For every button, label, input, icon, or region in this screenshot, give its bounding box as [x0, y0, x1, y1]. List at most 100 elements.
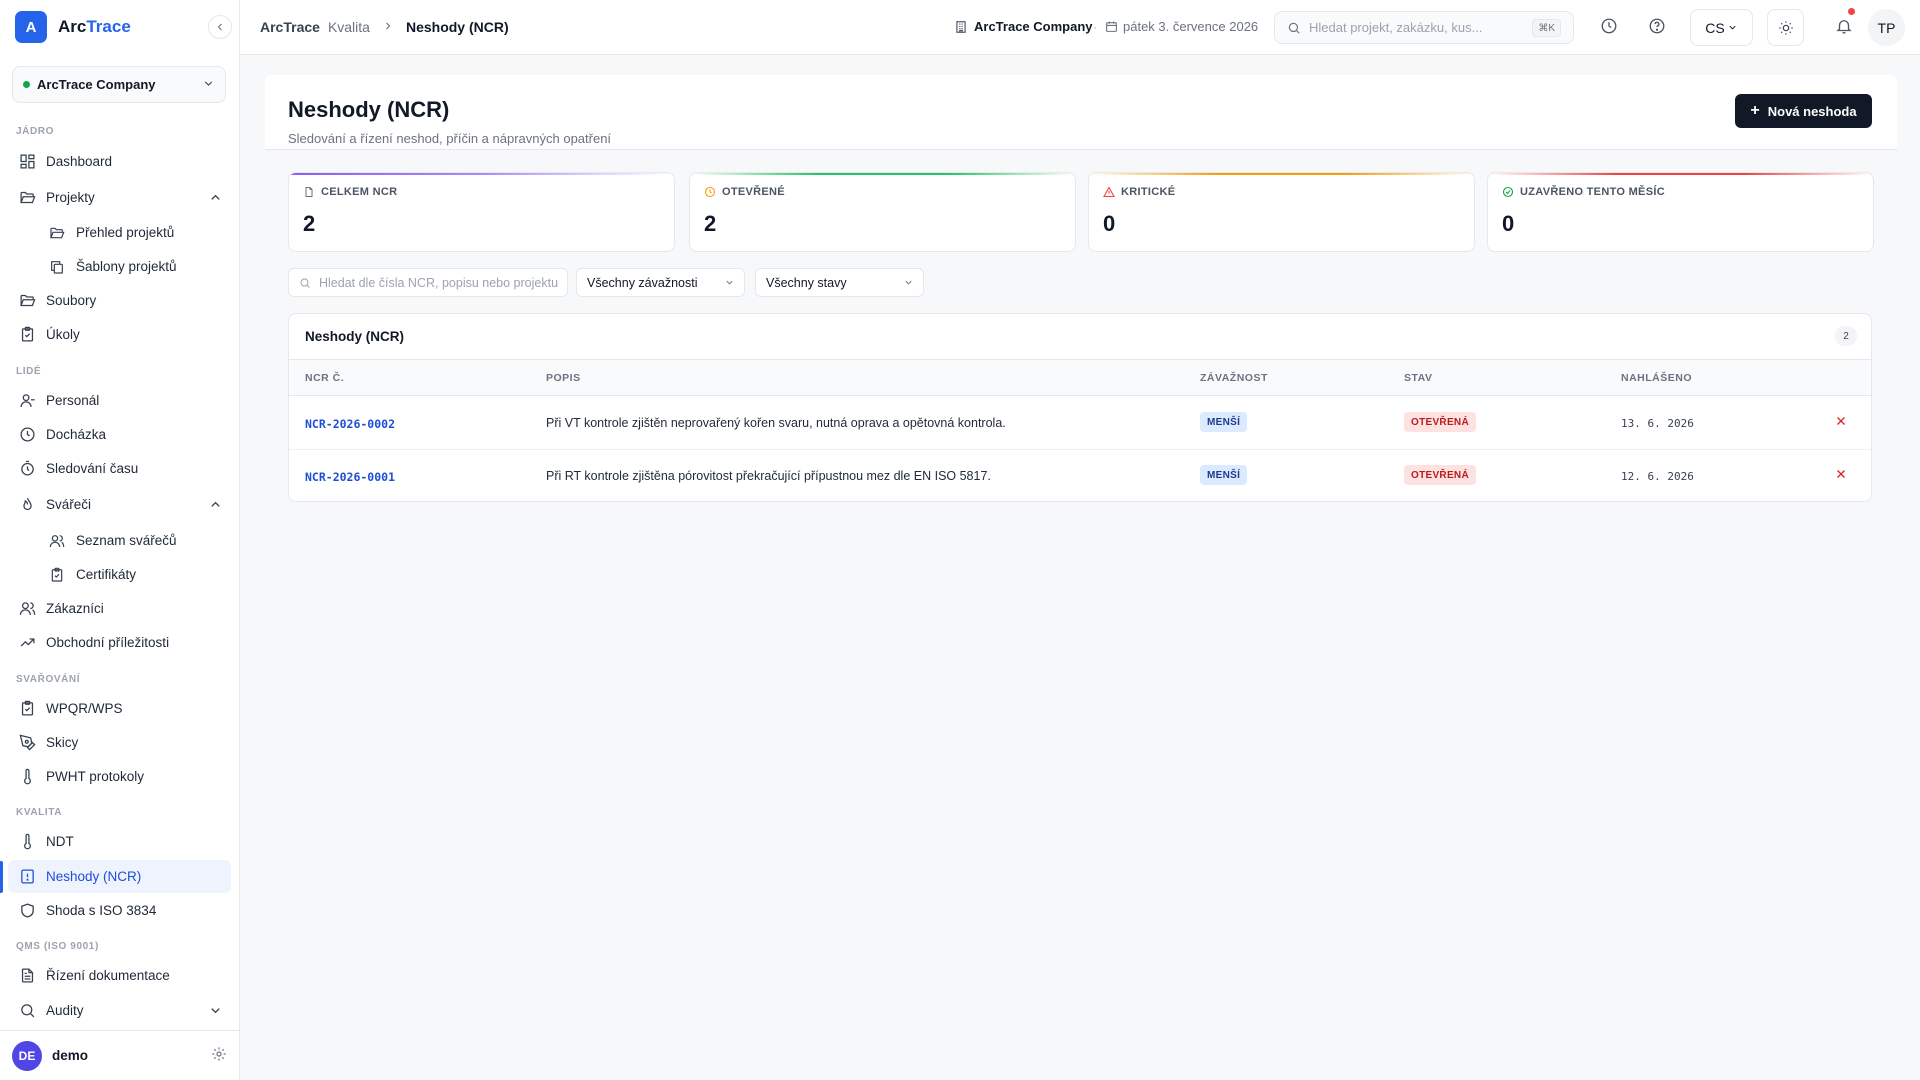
- gear-icon[interactable]: [211, 1046, 227, 1062]
- ncr-description: Při RT kontrole zjištěna pórovitost přek…: [546, 469, 991, 483]
- stat-label: OTEVŘENÉ: [704, 186, 785, 198]
- brand-name-suffix: Trace: [86, 17, 131, 36]
- sidebar-item-certificates[interactable]: Certifikáty: [38, 558, 231, 591]
- sidebar-item-label: Šablony projektů: [76, 259, 177, 274]
- sidebar-item-personnel[interactable]: Personál: [8, 384, 231, 417]
- topbar-company-name: ArcTrace Company: [974, 19, 1093, 34]
- breadcrumb-root[interactable]: ArcTrace: [260, 19, 320, 35]
- collapse-sidebar-button[interactable]: [208, 15, 232, 39]
- user-icon: [18, 392, 36, 410]
- sidebar-item-iso3834[interactable]: Shoda s ISO 3834: [8, 894, 231, 927]
- sidebar-item-opportunities[interactable]: Obchodní příležitosti: [8, 626, 231, 659]
- sidebar-item-wpqr[interactable]: WPQR/WPS: [8, 692, 231, 725]
- nav-section-welding: SVAŘOVÁNÍ: [16, 674, 81, 685]
- sidebar-item-label: NDT: [46, 834, 74, 849]
- user-menu[interactable]: DE demo: [0, 1030, 239, 1080]
- status-filter[interactable]: Všechny stavy: [755, 268, 924, 297]
- close-icon[interactable]: [1834, 467, 1848, 481]
- stat-label-text: OTEVŘENÉ: [722, 186, 785, 198]
- sidebar-item-ncr[interactable]: Neshody (NCR): [8, 860, 231, 893]
- nav-section-core: JÁDRO: [16, 126, 55, 137]
- column-header-reported[interactable]: NAHLÁŠENO: [1621, 372, 1692, 384]
- sidebar-item-customers[interactable]: Zákazníci: [8, 592, 231, 625]
- search-input[interactable]: [1309, 20, 1529, 35]
- new-ncr-button[interactable]: + Nová neshoda: [1735, 94, 1872, 128]
- column-header-severity[interactable]: ZÁVAŽNOST: [1200, 372, 1268, 384]
- table-row[interactable]: NCR-2026-0001 Při RT kontrole zjištěna p…: [289, 450, 1871, 501]
- sidebar-item-label: Sledování času: [46, 461, 139, 476]
- ncr-number-link[interactable]: NCR-2026-0002: [305, 417, 395, 431]
- ncr-number-link[interactable]: NCR-2026-0001: [305, 470, 395, 484]
- breadcrumb-parent[interactable]: Kvalita: [328, 19, 370, 35]
- sidebar-item-label: Řízení dokumentace: [46, 968, 170, 983]
- thermometer-icon: [18, 833, 36, 851]
- stat-card-total: CELKEM NCR 2: [288, 172, 675, 252]
- stat-accent-bar: [690, 173, 1075, 175]
- sidebar-item-label: Certifikáty: [76, 567, 137, 582]
- brand[interactable]: A ArcTrace: [15, 11, 131, 43]
- stat-value: 2: [704, 211, 717, 236]
- stat-accent-bar: [289, 173, 674, 175]
- severity-filter[interactable]: Všechny závažnosti: [576, 268, 745, 297]
- sidebar-item-attendance[interactable]: Docházka: [8, 418, 231, 451]
- table-row[interactable]: NCR-2026-0002 Při VT kontrole zjištěn ne…: [289, 397, 1871, 450]
- sidebar-item-ndt[interactable]: NDT: [8, 825, 231, 858]
- close-icon[interactable]: [1834, 414, 1848, 428]
- sidebar-item-label: Přehled projektů: [76, 225, 175, 240]
- topbar-separator: ·: [1093, 20, 1097, 34]
- language-select[interactable]: CS: [1690, 9, 1753, 46]
- folder-icon: [48, 224, 66, 242]
- stat-card-critical: KRITICKÉ 0: [1088, 172, 1475, 252]
- history-icon[interactable]: [1600, 17, 1618, 35]
- stat-value: 0: [1103, 211, 1116, 236]
- topbar: ArcTrace Kvalita Neshody (NCR) ArcTrace …: [240, 0, 1920, 55]
- column-header-description[interactable]: POPIS: [546, 372, 581, 384]
- sidebar-item-welders[interactable]: Svářeči: [8, 488, 231, 521]
- sidebar-item-time-tracking[interactable]: Sledování času: [8, 452, 231, 485]
- topbar-date-text: pátek 3. července 2026: [1123, 19, 1259, 34]
- severity-badge: MENŠÍ: [1200, 412, 1248, 432]
- company-select[interactable]: ArcTrace Company: [12, 66, 226, 103]
- status-badge: OTEVŘENÁ: [1404, 412, 1476, 432]
- bell-icon[interactable]: [1835, 17, 1853, 35]
- severity-badge: MENŠÍ: [1200, 465, 1248, 485]
- sidebar-item-pwht[interactable]: PWHT protokoly: [8, 760, 231, 793]
- sidebar-item-label: Seznam svářečů: [76, 533, 177, 548]
- sidebar-item-label: Audity: [46, 1003, 84, 1018]
- global-search[interactable]: ⌘K: [1274, 11, 1574, 44]
- help-icon[interactable]: [1648, 17, 1666, 35]
- column-header-status[interactable]: STAV: [1404, 372, 1432, 384]
- sidebar-item-welders-list[interactable]: Seznam svářečů: [38, 524, 231, 557]
- severity-filter-value: Všechny závažnosti: [587, 275, 698, 290]
- sidebar-item-label: Obchodní příležitosti: [46, 635, 170, 650]
- ncr-search-input[interactable]: [319, 275, 564, 290]
- page-title: Neshody (NCR): [288, 97, 450, 122]
- stat-label-text: KRITICKÉ: [1121, 186, 1176, 198]
- file-icon: [303, 186, 315, 198]
- building-icon: [954, 20, 968, 34]
- column-header-ncr[interactable]: NCR Č.: [305, 372, 344, 384]
- sidebar-item-doc-control[interactable]: Řízení dokumentace: [8, 959, 231, 992]
- sidebar-item-audits[interactable]: Audity: [8, 994, 231, 1027]
- avatar[interactable]: TP: [1868, 9, 1905, 46]
- sidebar-item-project-templates[interactable]: Šablony projektů: [38, 250, 231, 283]
- nav-section-people: LIDÉ: [16, 366, 42, 377]
- sidebar-item-projects-overview[interactable]: Přehled projektů: [38, 216, 231, 249]
- chevron-down-icon: [208, 1003, 223, 1018]
- brand-name-prefix: Arc: [58, 17, 87, 36]
- sidebar-item-tasks[interactable]: Úkoly: [8, 318, 231, 351]
- copy-icon: [48, 258, 66, 276]
- chevron-left-icon: [217, 23, 222, 31]
- pen-tool-icon: [18, 734, 36, 752]
- sidebar-item-projects[interactable]: Projekty: [8, 181, 231, 214]
- sidebar-item-sketches[interactable]: Skicy: [8, 726, 231, 759]
- theme-toggle-button[interactable]: [1767, 9, 1804, 46]
- language-label: CS: [1705, 19, 1725, 36]
- page-subtitle: Sledování a řízení neshod, příčin a nápr…: [288, 131, 612, 146]
- search-icon: [1287, 21, 1301, 35]
- ncr-table-card: Neshody (NCR) 2 NCR Č. POPIS ZÁVAŽNOST S…: [288, 313, 1872, 502]
- sidebar-item-files[interactable]: Soubory: [8, 284, 231, 317]
- notification-badge: [1848, 8, 1855, 15]
- ncr-search[interactable]: [288, 268, 568, 297]
- sidebar-item-dashboard[interactable]: Dashboard: [8, 145, 231, 178]
